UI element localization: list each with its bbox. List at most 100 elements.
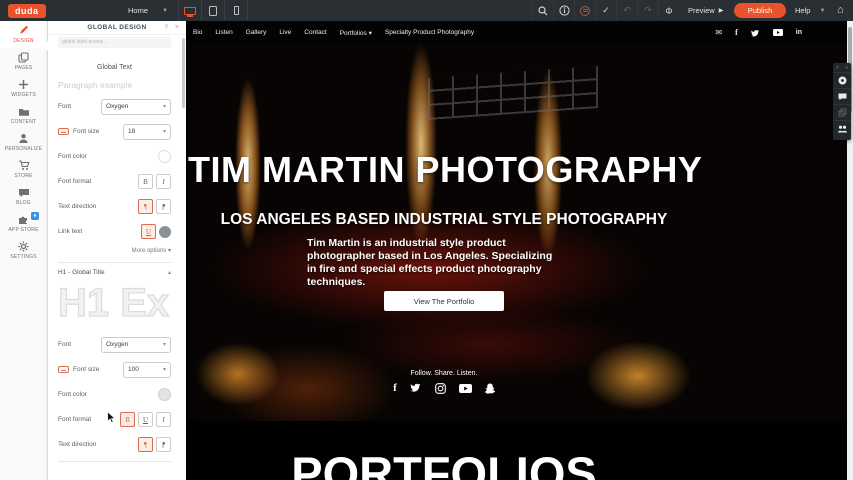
preview-button[interactable]: Preview ▶ bbox=[688, 0, 723, 21]
sidebar-item-app-store[interactable]: ★ APP STORE bbox=[0, 210, 47, 237]
site-status-button[interactable] bbox=[574, 0, 595, 21]
view-portfolio-button[interactable]: View The Portfolio bbox=[384, 291, 504, 311]
mobile-view-button[interactable] bbox=[225, 0, 247, 21]
snapchat-icon[interactable] bbox=[485, 383, 495, 394]
redo-button[interactable]: ↷ bbox=[637, 0, 658, 21]
page-selector[interactable]: Home ▼ bbox=[128, 0, 168, 21]
nav-link-contact[interactable]: Contact bbox=[304, 29, 326, 37]
youtube-icon[interactable] bbox=[773, 29, 783, 36]
toolbar-help-button[interactable]: ? bbox=[836, 65, 839, 70]
circle-dot-icon bbox=[838, 76, 847, 85]
nav-link-bio[interactable]: Bio bbox=[193, 29, 202, 37]
sidebar-item-widgets[interactable]: WIDGETS bbox=[0, 75, 47, 102]
font-size-value: 18 bbox=[128, 128, 157, 135]
facebook-icon[interactable]: f bbox=[735, 28, 738, 37]
twitter-icon[interactable] bbox=[751, 29, 760, 37]
capture-button[interactable] bbox=[833, 72, 851, 88]
h1-font-size-select[interactable]: 100 ▾ bbox=[123, 362, 171, 378]
sidebar-item-blog[interactable]: BLOG bbox=[0, 183, 47, 210]
hero-section[interactable]: TIM MARTIN PHOTOGRAPHY LOS ANGELES BASED… bbox=[188, 44, 847, 421]
more-options-link[interactable]: More options ▾ bbox=[58, 247, 171, 254]
tablet-view-button[interactable] bbox=[202, 0, 224, 21]
chevron-up-icon: ▴ bbox=[168, 269, 171, 276]
publish-button[interactable]: Publish bbox=[734, 3, 786, 18]
h1-ltr-direction-button[interactable]: ¶ bbox=[138, 437, 153, 452]
font-value: Oxygen bbox=[106, 103, 157, 110]
search-button[interactable] bbox=[532, 0, 553, 21]
italic-button[interactable]: I bbox=[156, 174, 171, 189]
ltr-direction-button[interactable]: ¶ bbox=[138, 199, 153, 214]
sidebar-item-pages[interactable]: PAGES bbox=[0, 48, 47, 75]
dashboard-home-button[interactable]: ⌂ bbox=[837, 4, 844, 16]
site-navbar: Bio Listen Gallery Live Contact Portfoli… bbox=[188, 21, 847, 44]
panel-help-button[interactable]: ? bbox=[164, 24, 168, 31]
link-text-label: Link text bbox=[58, 228, 82, 235]
h1-section-header[interactable]: H1 - Global Title ▴ bbox=[58, 269, 171, 276]
sidebar-item-personalize[interactable]: PERSONALIZE bbox=[0, 129, 47, 156]
toolbar-close-button[interactable]: × bbox=[845, 65, 848, 70]
h1-underline-button[interactable]: U bbox=[138, 412, 153, 427]
person-icon bbox=[18, 133, 29, 144]
h1-italic-button[interactable]: I bbox=[156, 412, 171, 427]
portfolios-title[interactable]: PORTFOLIOS bbox=[188, 446, 700, 480]
team-button[interactable] bbox=[833, 120, 851, 136]
puzzle-icon bbox=[18, 214, 29, 225]
nav-link-portfolios[interactable]: Portfolios ▾ bbox=[340, 29, 372, 37]
info-button[interactable] bbox=[553, 0, 574, 21]
duda-logo[interactable]: duda bbox=[8, 4, 46, 18]
dev-mode-button[interactable]: Φ bbox=[658, 0, 679, 21]
sidebar-item-settings[interactable]: SETTINGS bbox=[0, 237, 47, 264]
rtl-direction-button[interactable]: ¶ bbox=[156, 199, 171, 214]
panel-close-button[interactable]: × bbox=[175, 24, 179, 31]
sidebar-item-label: SETTINGS bbox=[10, 254, 37, 260]
facebook-icon[interactable]: f bbox=[393, 382, 397, 394]
text-direction-label: Text direction bbox=[58, 203, 96, 210]
layers-button[interactable] bbox=[833, 104, 851, 120]
chevron-down-icon: ▾ bbox=[369, 30, 372, 37]
twitter-icon[interactable] bbox=[410, 383, 422, 393]
email-icon[interactable]: ✉ bbox=[715, 28, 722, 37]
hero-body-text[interactable]: Tim Martin is an industrial style produc… bbox=[307, 237, 563, 290]
linkedin-icon[interactable]: in bbox=[796, 29, 802, 36]
panel-scrollbar[interactable] bbox=[182, 38, 185, 108]
bold-button[interactable]: B bbox=[138, 174, 153, 189]
info-note: global style across... bbox=[58, 37, 171, 48]
portfolios-section[interactable]: PORTFOLIOS bbox=[188, 421, 847, 480]
sidebar-item-label: CONTENT bbox=[11, 119, 37, 125]
nav-link-specialty[interactable]: Specialty Product Photography bbox=[385, 29, 474, 37]
sidebar-item-content[interactable]: CONTENT bbox=[0, 102, 47, 129]
desktop-icon bbox=[184, 7, 196, 15]
site-canvas[interactable]: Bio Listen Gallery Live Contact Portfoli… bbox=[188, 21, 847, 480]
nav-link-gallery[interactable]: Gallery bbox=[246, 29, 267, 37]
undo-button[interactable]: ↶ bbox=[616, 0, 637, 21]
sidebar-item-design[interactable]: DESIGN bbox=[0, 21, 47, 48]
font-select[interactable]: Oxygen ▾ bbox=[101, 99, 171, 115]
help-menu[interactable]: Help ▼ bbox=[795, 0, 825, 21]
sidebar-item-label: STORE bbox=[14, 173, 32, 179]
instagram-icon[interactable] bbox=[435, 383, 446, 394]
h1-rtl-direction-button[interactable]: ¶ bbox=[156, 437, 171, 452]
comments-button[interactable] bbox=[833, 88, 851, 104]
h1-bold-button[interactable]: B bbox=[120, 412, 135, 427]
sidebar-item-store[interactable]: STORE bbox=[0, 156, 47, 183]
h1-font-select[interactable]: Oxygen ▾ bbox=[101, 337, 171, 353]
font-size-select[interactable]: 18 ▾ bbox=[123, 124, 171, 140]
youtube-icon[interactable] bbox=[459, 384, 472, 393]
hero-title[interactable]: TIM MARTIN PHOTOGRAPHY bbox=[188, 149, 700, 191]
panel-title: GLOBAL DESIGN bbox=[87, 24, 146, 31]
chevron-down-icon: ▾ bbox=[163, 366, 166, 373]
underline-link-button[interactable]: U bbox=[141, 224, 156, 239]
chevron-down-icon: ▾ bbox=[163, 128, 166, 135]
nav-link-listen[interactable]: Listen bbox=[215, 29, 232, 37]
nav-link-label: Portfolios bbox=[340, 30, 367, 37]
hero-subtitle[interactable]: LOS ANGELES BASED INDUSTRIAL STYLE PHOTO… bbox=[188, 211, 700, 229]
nav-link-live[interactable]: Live bbox=[279, 29, 291, 37]
h1-font-color-swatch[interactable] bbox=[158, 388, 171, 401]
desktop-view-button[interactable] bbox=[179, 0, 201, 21]
link-color-swatch[interactable] bbox=[159, 226, 171, 238]
font-color-swatch[interactable] bbox=[158, 150, 171, 163]
chevron-down-icon: ▾ bbox=[163, 341, 166, 348]
panel-header: GLOBAL DESIGN ? × bbox=[48, 21, 186, 35]
follow-text[interactable]: Follow. Share. Listen. bbox=[188, 370, 700, 377]
panel-pointer bbox=[43, 41, 48, 51]
